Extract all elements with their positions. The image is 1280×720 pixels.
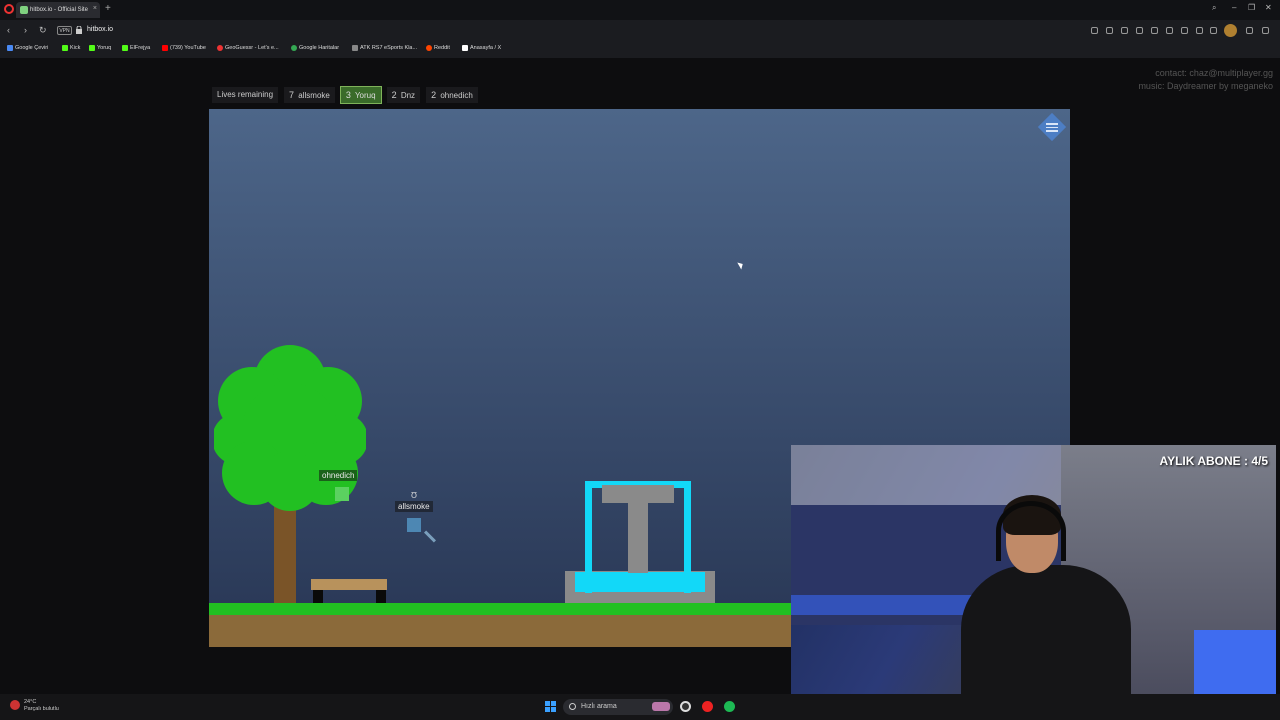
bench-seat [311,579,387,590]
address-bar: ‹ › ↻ VPN hitbox.io [0,20,1280,42]
player-status-icon: Ʊ [411,491,417,500]
lives-chip-yoruq: 3 Yoruq [339,86,382,104]
hamburger-icon [1046,121,1058,133]
contact-text: contact: chaz@multiplayer.gg [1155,68,1273,78]
maps-icon [291,45,297,51]
browser-tab-bar: hitbox.io - Official Site × + ⌕ – ❐ ✕ [0,0,1280,20]
bookmark-item[interactable]: Kick [62,45,80,51]
lives-chip-ohnedich: 2 ohnedich [426,87,478,103]
bookmark-item[interactable]: (739) YouTube [162,45,206,51]
ground-dirt [209,615,809,647]
lives-bar: Lives remaining 7 allsmoke 3 Yoruq 2 Dnz… [212,86,478,104]
minimize-icon[interactable]: – [1232,3,1236,12]
ground-grass [209,603,809,615]
reddit-icon [426,45,432,51]
spotify-icon[interactable] [724,701,735,712]
tree-trunk [274,499,296,603]
menu-icon[interactable] [1210,27,1217,34]
taskbar: 24°C Parçalı bulutlu Hızlı arama [0,694,1280,720]
opera-gx-icon[interactable] [702,701,713,712]
back-icon[interactable]: ‹ [7,25,10,35]
settings-icon[interactable] [1262,27,1269,34]
headset-icon [996,501,1066,561]
weather-text: Parçalı bulutlu [24,706,59,712]
search-icon [569,703,576,710]
fountain-pillar [628,501,648,573]
youtube-icon [162,45,168,51]
url-input[interactable]: hitbox.io [87,26,113,33]
kick-icon [62,45,68,51]
hitbox-favicon-icon [20,6,28,14]
extension-icon[interactable] [1136,27,1143,34]
start-icon[interactable] [545,701,556,712]
forward-icon[interactable]: › [24,25,27,35]
temperature: 24°C [24,699,37,705]
translate-icon [7,45,13,51]
reload-icon[interactable]: ↻ [39,25,47,36]
credits: contact: chaz@multiplayer.gg music: Dayd… [1138,67,1273,93]
music-credit: music: Daydreamer by meganeko [1138,81,1273,91]
bookmark-item[interactable]: Yoruq [89,45,111,51]
player-nametag: allsmoke [395,501,433,512]
bookmark-item[interactable]: ElFrejya [122,45,150,51]
weather-icon [10,700,20,710]
opera-logo-icon[interactable] [4,4,14,14]
kick-icon [89,45,95,51]
close-tab-icon[interactable]: × [93,5,97,12]
player-nametag: ohnedich [319,470,358,481]
restore-icon[interactable]: ❐ [1248,3,1255,12]
steam-icon[interactable] [680,701,691,712]
lock-icon [76,26,82,34]
bookmark-item[interactable]: Anasayfa / X [462,45,501,51]
geoguessr-icon [217,45,223,51]
tab-title: hitbox.io - Official Site [30,7,88,13]
weather-widget[interactable]: 24°C Parçalı bulutlu [10,699,59,713]
ai-icon[interactable] [1121,27,1128,34]
bookmark-item[interactable]: Reddit [426,45,450,51]
lives-chip-dnz: 2 Dnz [386,87,421,103]
x-icon [462,45,468,51]
tab-hitbox[interactable]: hitbox.io - Official Site × [16,2,100,18]
adblock-icon[interactable] [1151,27,1158,34]
webcam-overlay: AYLIK ABONE : 4/5 [791,445,1276,717]
bookmark-item[interactable]: GeoGuessr - Let's e... [217,45,279,51]
bookmark-item[interactable]: Google Haritalar [291,45,339,51]
widget-icon[interactable] [652,702,670,711]
sub-counter: AYLIK ABONE : 4/5 [1159,454,1268,468]
close-window-icon[interactable]: ✕ [1265,3,1272,12]
player-allsmoke [407,518,421,532]
bookmark-item[interactable]: ATK RS7 eSports Kla... [352,45,417,51]
vpn-badge[interactable]: VPN [57,26,72,35]
heart-icon[interactable] [1181,27,1188,34]
download-icon[interactable] [1196,27,1203,34]
profile-avatar[interactable] [1224,24,1237,37]
volume-icon[interactable] [1246,27,1253,34]
player-icon[interactable] [1166,27,1173,34]
lives-label: Lives remaining [212,87,279,103]
snapshot-icon[interactable] [1106,27,1113,34]
search-placeholder: Hızlı arama [581,703,617,710]
bookmark-item[interactable]: Google Çeviri [7,45,48,51]
kick-icon [122,45,128,51]
lives-chip-allsmoke: 7 allsmoke [284,87,335,103]
new-tab-icon[interactable]: + [105,3,111,14]
zoom-icon[interactable] [1091,27,1098,34]
bookmarks-bar: Google Çeviri Kick Yoruq ElFrejya (739) … [0,42,1280,58]
atk-icon [352,45,358,51]
player-ohnedich [335,487,349,501]
search-tabs-icon[interactable]: ⌕ [1212,3,1216,13]
player-grapple [423,530,437,543]
